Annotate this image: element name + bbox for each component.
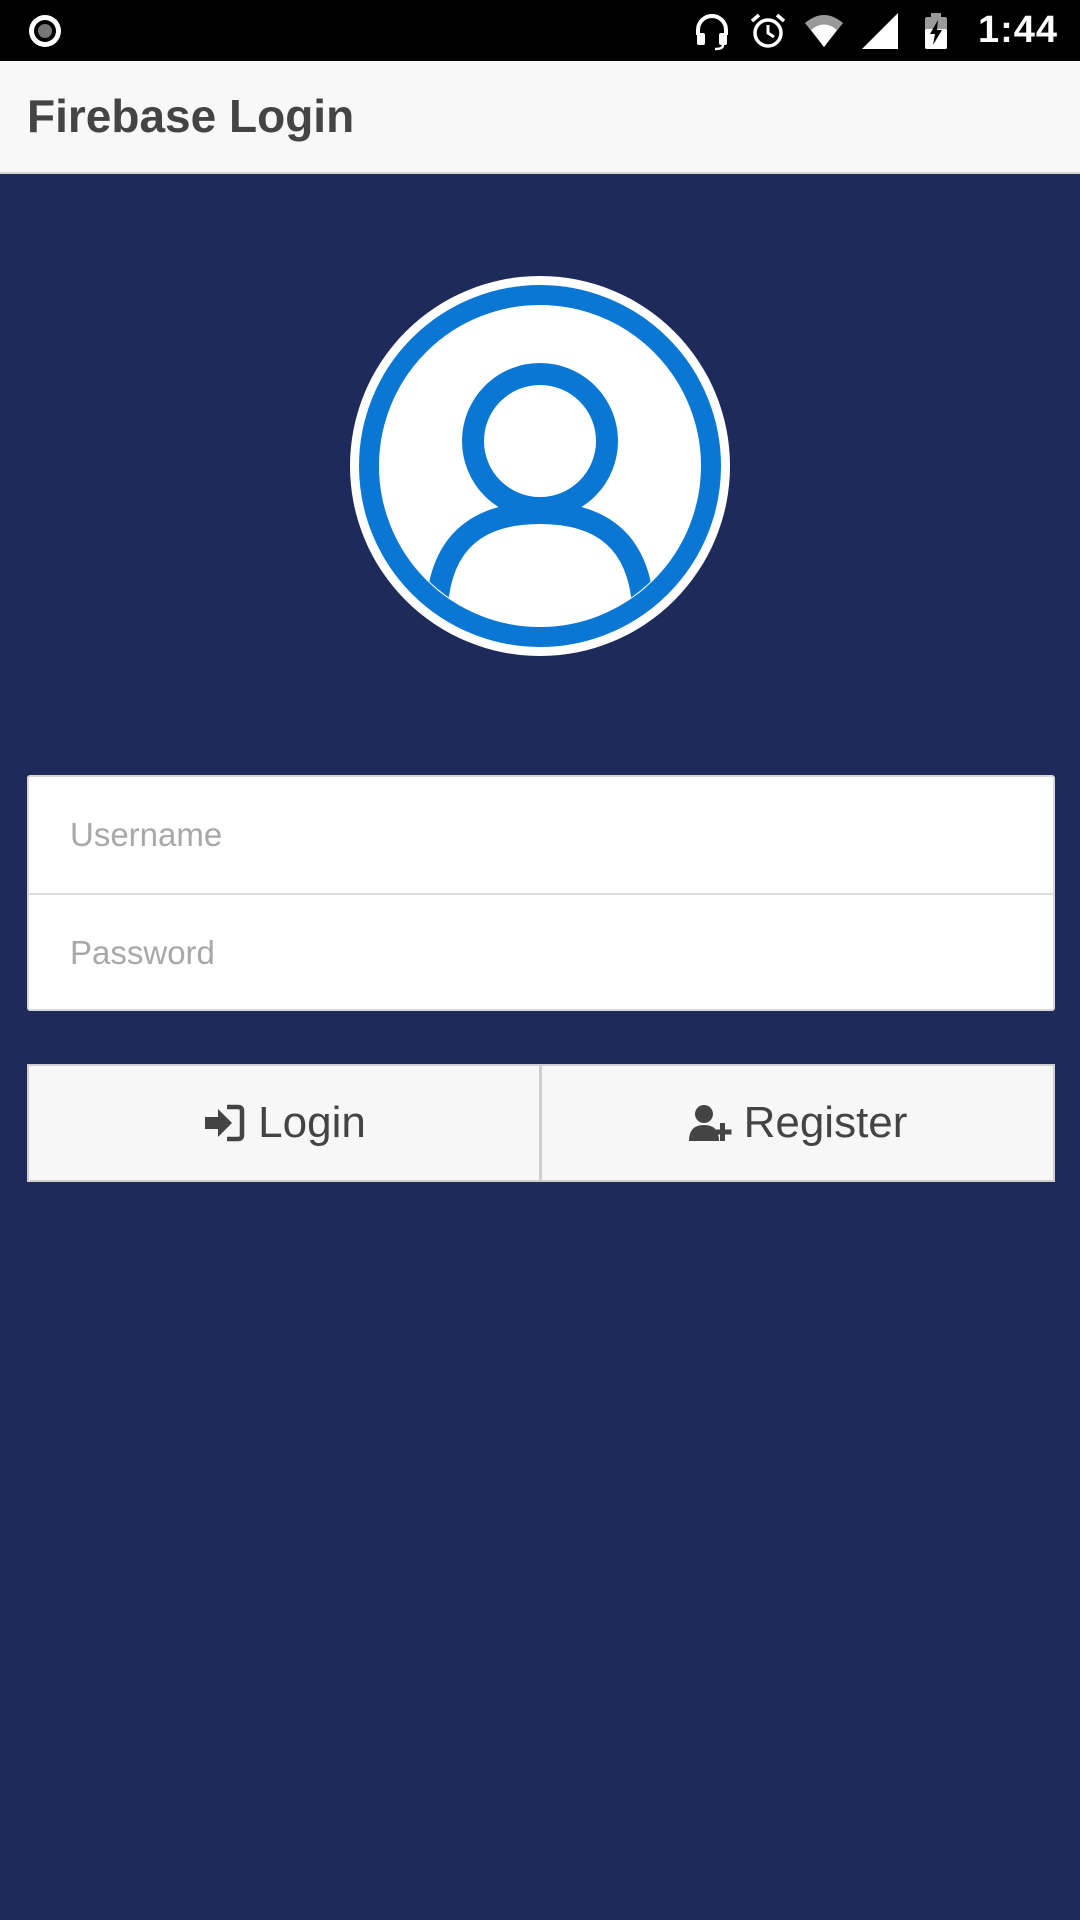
register-button[interactable]: Register bbox=[541, 1064, 1055, 1182]
login-button-label: Login bbox=[258, 1098, 366, 1147]
action-buttons: Login Register bbox=[27, 1064, 1055, 1182]
username-input[interactable] bbox=[29, 777, 1053, 893]
sign-in-icon bbox=[205, 1104, 245, 1142]
headset-icon bbox=[695, 13, 728, 50]
status-bar: 1:44 bbox=[0, 0, 1080, 61]
user-avatar-icon bbox=[350, 276, 730, 656]
password-input[interactable] bbox=[29, 895, 1053, 1011]
login-form bbox=[27, 775, 1055, 1011]
status-time: 1:44 bbox=[977, 9, 1058, 51]
login-button[interactable]: Login bbox=[27, 1064, 541, 1182]
alarm-icon bbox=[750, 13, 786, 48]
app-bar: Firebase Login bbox=[0, 61, 1080, 174]
app-title: Firebase Login bbox=[27, 90, 355, 142]
record-icon bbox=[29, 15, 61, 47]
signal-icon bbox=[861, 12, 898, 49]
status-icons: 1:44 bbox=[692, 0, 1080, 61]
battery-charging-icon bbox=[924, 12, 947, 49]
wifi-icon bbox=[804, 14, 843, 47]
user-plus-icon bbox=[688, 1105, 732, 1141]
register-button-label: Register bbox=[743, 1098, 908, 1147]
